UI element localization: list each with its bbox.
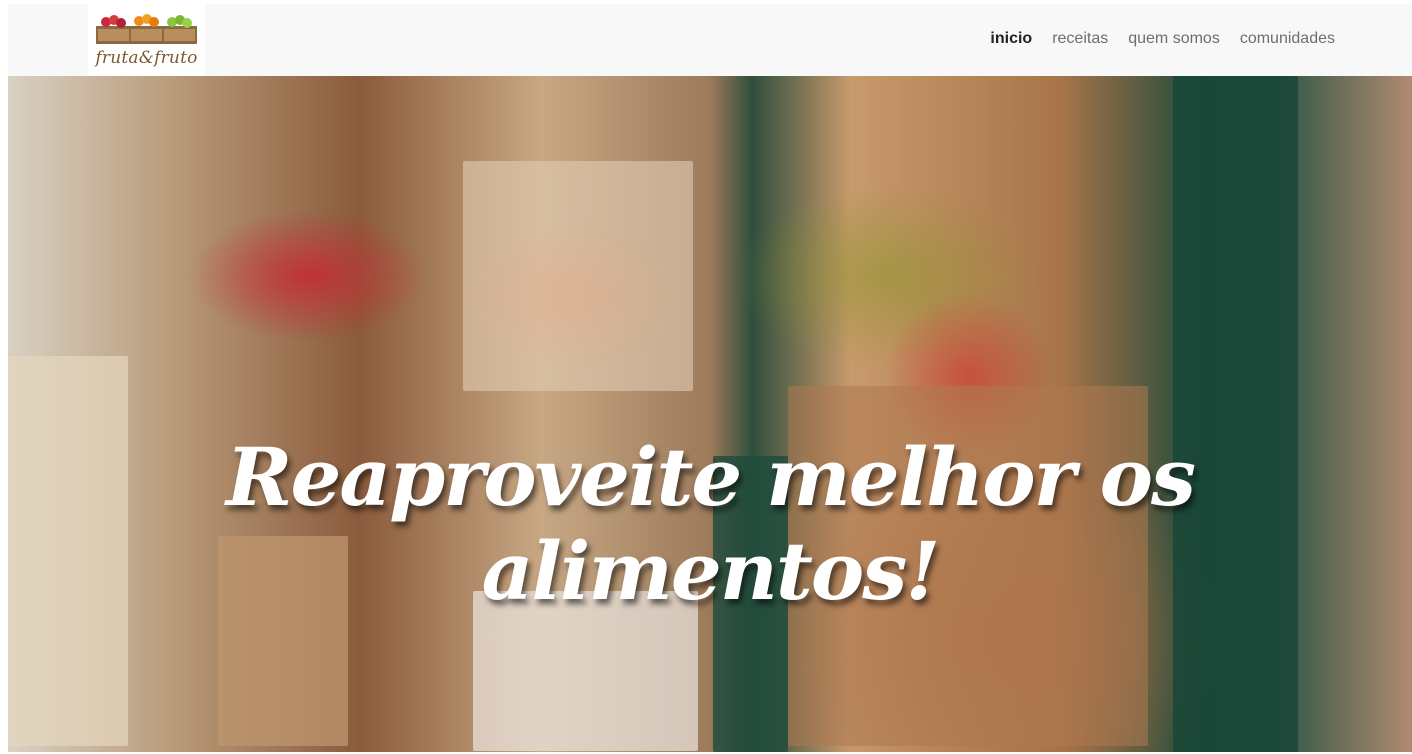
main-nav: inicio receitas quem somos comunidades: [990, 30, 1335, 48]
nav-link-inicio[interactable]: inicio: [990, 30, 1032, 48]
brand-logo-text: fruta&fruto: [95, 48, 198, 68]
hero-title: Reaproveite melhor os alimentos!: [226, 429, 1196, 618]
nav-link-receitas[interactable]: receitas: [1052, 30, 1108, 48]
nav-link-quem-somos[interactable]: quem somos: [1128, 30, 1220, 48]
navbar: fruta&fruto inicio receitas quem somos c…: [8, 4, 1412, 76]
market-crate-decoration: [463, 161, 693, 391]
nav-link-comunidades[interactable]: comunidades: [1240, 30, 1335, 48]
hero-banner: Reaproveite melhor os alimentos!: [8, 76, 1412, 752]
brand-logo[interactable]: fruta&fruto: [88, 4, 205, 76]
fruit-crates-icon: [96, 14, 197, 44]
market-pillar-decoration: [1173, 76, 1298, 752]
